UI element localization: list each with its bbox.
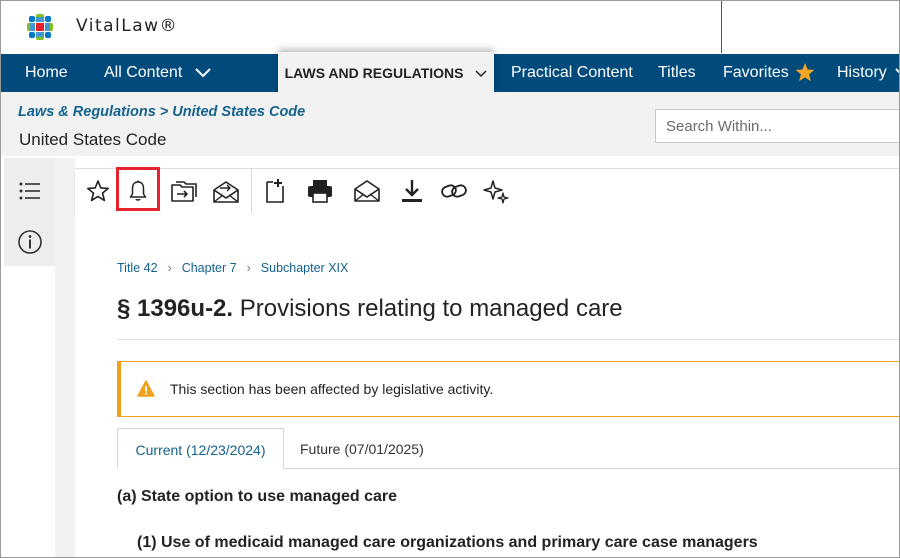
section-number: § 1396u-2. (117, 295, 234, 322)
page-header: Laws & Regulations > United States Code … (1, 92, 899, 156)
copy-link-button[interactable] (436, 173, 472, 209)
nav-home[interactable]: Home (25, 54, 68, 92)
page-title: United States Code (19, 130, 167, 149)
brand-name: VitalLaw® (76, 16, 179, 36)
table-of-contents-icon[interactable] (17, 178, 43, 204)
nav-titles-label: Titles (658, 64, 696, 81)
nav-titles[interactable]: Titles (658, 54, 696, 92)
chevron-down-icon (195, 68, 211, 78)
document-content: Title 42 › Chapter 7 › Subchapter XIX § 1396… (75, 213, 899, 557)
search-within-input[interactable] (655, 109, 899, 143)
nav-favorites-label: Favorites (723, 64, 789, 81)
chevron-down-icon (895, 68, 899, 74)
nav-favorites[interactable]: Favorites (723, 54, 815, 92)
logo-bar: VitalLaw® (1, 1, 899, 53)
nav-history[interactable]: History (837, 54, 899, 92)
print-button[interactable] (302, 173, 338, 209)
tab-current[interactable]: Current (12/23/2024) (117, 428, 284, 469)
email-alert-button[interactable] (208, 173, 244, 209)
left-rail (4, 158, 55, 266)
gutter (55, 158, 75, 557)
download-icon (402, 180, 422, 202)
new-document-button[interactable] (257, 173, 293, 209)
version-tabs: Current (12/23/2024) Future (07/01/2025) (117, 428, 899, 469)
warning-icon (137, 380, 155, 397)
nav-home-label: Home (25, 64, 68, 81)
document-breadcrumb: Title 42 › Chapter 7 › Subchapter XIX (117, 261, 348, 275)
email-alert-icon (213, 181, 239, 203)
link-icon (441, 184, 467, 198)
section-title: Provisions relating to managed care (239, 295, 623, 322)
favorite-button[interactable] (80, 173, 116, 209)
main-nav: Home All Content LAWS AND REGULATIONS Pr… (1, 52, 899, 92)
subsection-heading: (a) State option to use managed care (117, 488, 398, 505)
nav-history-label: History (837, 64, 887, 81)
email-icon (354, 180, 380, 202)
nav-practical-label: Practical Content (511, 64, 633, 81)
shared-folder-icon (171, 181, 197, 202)
nav-laws-regulations[interactable]: LAWS AND REGULATIONS (278, 52, 494, 92)
section-heading: § 1396u-2. Provisions relating to manage… (117, 295, 623, 323)
crumb-subchapter[interactable]: Subchapter XIX (261, 261, 349, 275)
wolters-kluwer-logo-icon[interactable] (25, 12, 55, 42)
nav-practical-content[interactable]: Practical Content (511, 54, 633, 92)
star-icon (87, 180, 109, 202)
nav-laws-regulations-label: LAWS AND REGULATIONS (284, 65, 464, 81)
ai-assist-button[interactable] (478, 173, 514, 209)
chevron-right-icon: › (246, 261, 251, 275)
save-to-folder-button[interactable] (165, 173, 201, 209)
nav-all-content[interactable]: All Content (104, 54, 211, 92)
chevron-right-icon: › (167, 261, 172, 275)
print-icon (308, 180, 332, 203)
email-button[interactable] (349, 173, 385, 209)
ai-sparkle-icon (483, 180, 509, 204)
tab-future[interactable]: Future (07/01/2025) (300, 428, 424, 468)
breadcrumb[interactable]: Laws & Regulations > United States Code (18, 104, 305, 120)
alert-message: This section has been affected by legisl… (170, 381, 494, 397)
crumb-chapter[interactable]: Chapter 7 (182, 261, 237, 275)
chevron-down-icon (475, 70, 487, 78)
toolbar-separator (251, 169, 252, 213)
new-document-icon (266, 179, 284, 203)
highlight-box (116, 167, 160, 211)
document-toolbar (75, 167, 899, 214)
paragraph-heading: (1) Use of medicaid managed care organiz… (137, 534, 758, 551)
divider (721, 1, 722, 53)
legislative-alert: This section has been affected by legisl… (117, 361, 899, 417)
download-button[interactable] (394, 173, 430, 209)
crumb-title[interactable]: Title 42 (117, 261, 158, 275)
info-icon[interactable] (17, 229, 43, 255)
divider (117, 339, 899, 340)
favorite-star-icon (795, 63, 815, 82)
app-window: VitalLaw® Home All Content LAWS AND REGU… (0, 0, 900, 558)
nav-all-content-label: All Content (104, 64, 183, 81)
